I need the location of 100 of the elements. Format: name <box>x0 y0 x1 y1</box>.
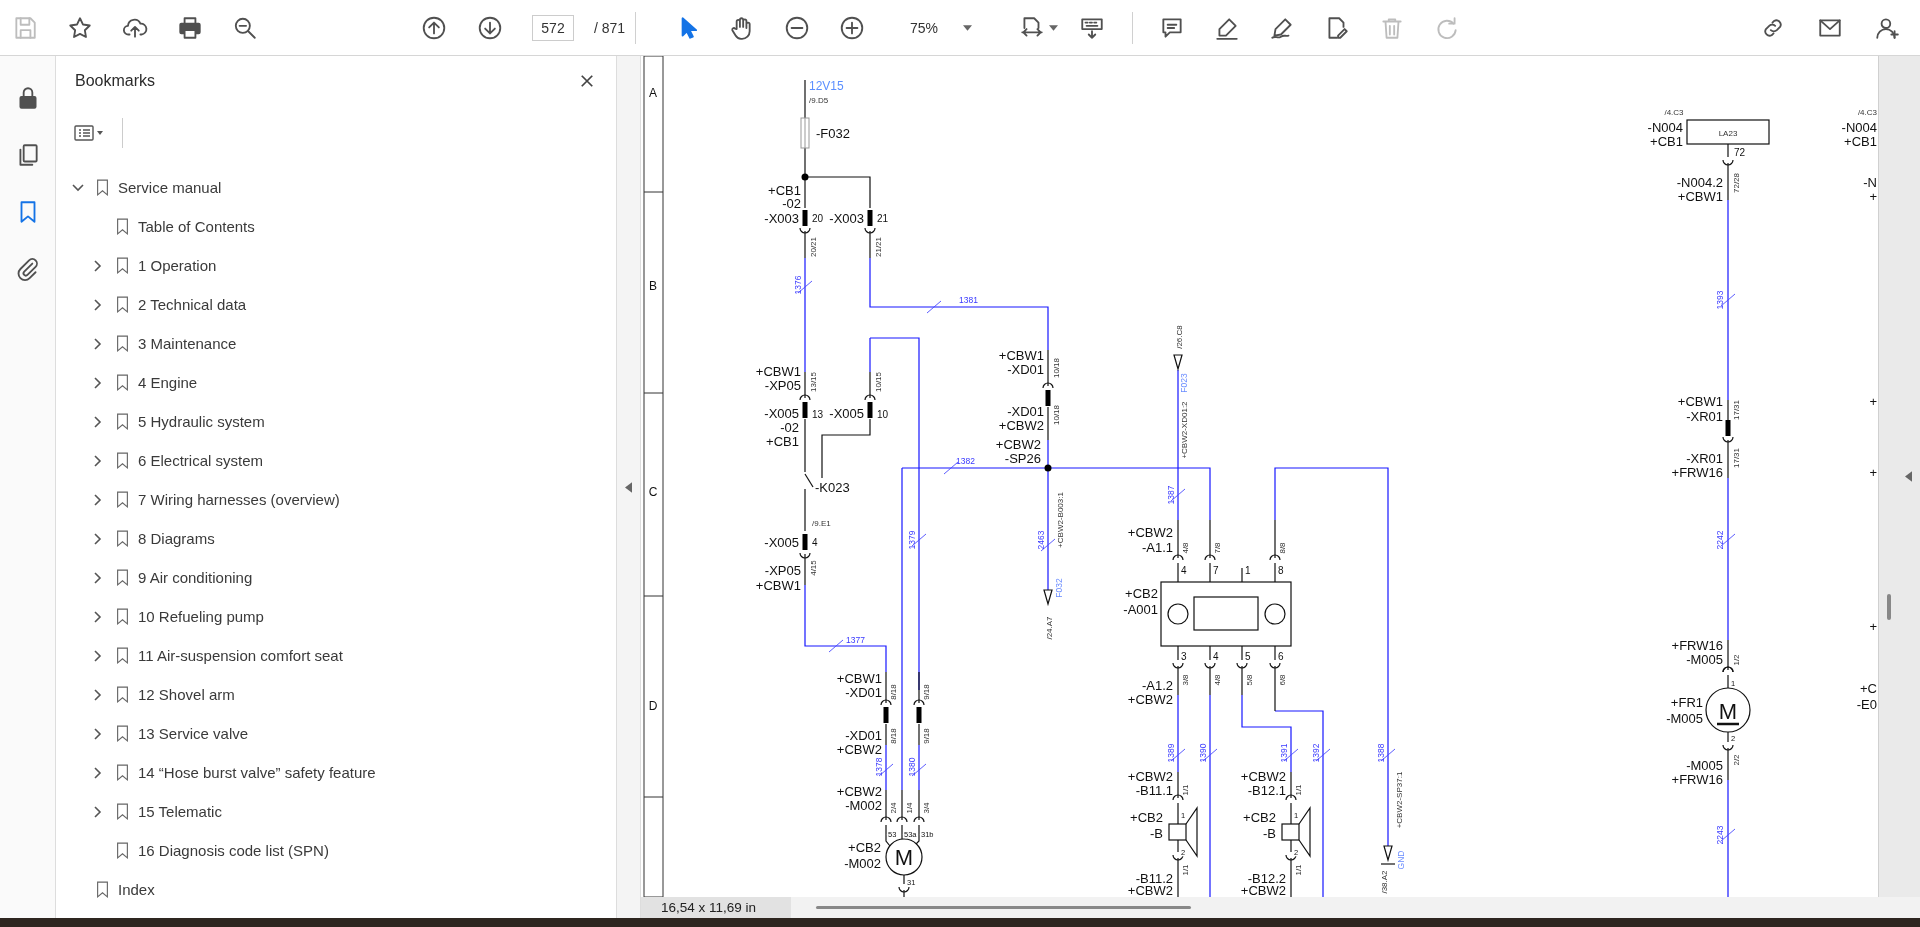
pin-number: 20 <box>812 213 824 224</box>
connector-socket <box>1722 744 1734 751</box>
wire-core-label: 10/15 <box>874 372 883 392</box>
component-label: -X003 <box>829 211 864 226</box>
bookmark-item[interactable]: Table of Contents <box>138 218 255 235</box>
component-label: -F032 <box>816 126 850 141</box>
wire-core-label: 9/18 <box>922 684 931 700</box>
component-label: -XD01 <box>845 728 882 743</box>
component-label: +CB1 <box>1650 134 1683 149</box>
bookmark-item[interactable]: 10 Refueling pump <box>138 608 264 625</box>
bookmark-item[interactable]: 4 Engine <box>138 374 198 391</box>
connector-socket <box>799 394 811 401</box>
bookmark-item[interactable]: 16 Diagnosis code list (SPN) <box>138 842 329 859</box>
component-label: +CBW2 <box>1240 769 1286 784</box>
bookmark-item[interactable]: 9 Air conditioning <box>138 569 253 586</box>
signal-label: F032 <box>1054 578 1064 598</box>
pin-number: 1 <box>1245 565 1251 576</box>
bookmark-item[interactable]: Service manual <box>118 179 222 196</box>
caret-icon[interactable] <box>1048 24 1058 31</box>
pin-number: 4 <box>1181 565 1187 576</box>
expand-arrow-icon[interactable] <box>1905 471 1912 482</box>
bookmark-item[interactable]: 14 “Hose burst valve” safety feature <box>138 764 376 781</box>
bookmark-item[interactable]: 8 Diagrams <box>138 530 215 547</box>
bookmark-item[interactable]: 6 Electrical system <box>138 452 264 469</box>
component-label: +CBW1 <box>755 364 801 379</box>
cross-reference: /4.C3 <box>1857 108 1877 117</box>
component-label: -XR01 <box>1686 451 1723 466</box>
wire-number: 2463 <box>1036 530 1046 550</box>
zoom-in-icon[interactable] <box>839 14 865 41</box>
page-number-field[interactable]: 572 <box>532 14 574 41</box>
bookmark-item[interactable]: 5 Hydraulic system <box>138 413 265 430</box>
arrow-down-circle-icon[interactable] <box>477 14 503 41</box>
cross-reference: /9.D5 <box>809 96 829 105</box>
junction-dot <box>801 173 809 181</box>
bookmark-item[interactable]: 12 Shovel arm <box>138 686 235 703</box>
cross-reference: +CBW2-B003:1 <box>1056 492 1065 548</box>
component-label: -X003 <box>764 211 799 226</box>
component-label: +CBW1 <box>998 348 1044 363</box>
printer-icon[interactable] <box>177 14 203 41</box>
component-label: +CBW2 <box>1240 883 1286 897</box>
bookmark-item[interactable]: 15 Telematic <box>138 803 222 820</box>
component-label: -K023 <box>815 480 850 495</box>
bookmark-item[interactable]: 1 Operation <box>138 257 217 274</box>
component-label: +FRW16 <box>1671 465 1723 480</box>
component-label: + <box>1869 189 1877 204</box>
connector-socket <box>896 816 908 823</box>
component-label: +C <box>1860 681 1877 696</box>
component-label: + <box>1869 619 1877 634</box>
component-label: +CBW2 <box>1127 769 1173 784</box>
component-label: +CB2 <box>1125 586 1158 601</box>
hand-icon[interactable] <box>728 14 754 41</box>
vertical-scrollbar-thumb[interactable] <box>1887 594 1891 620</box>
wire-number: 1378 <box>874 757 884 777</box>
connector-socket <box>1172 662 1184 669</box>
component-label: -N <box>1863 175 1877 190</box>
bookmark-icon <box>116 725 129 742</box>
connector-socket <box>1204 554 1216 561</box>
component-label: +FRW16 <box>1671 638 1723 653</box>
bookmark-item[interactable]: 2 Technical data <box>138 296 247 313</box>
list-options-icon[interactable] <box>74 125 104 141</box>
close-icon[interactable] <box>580 74 594 88</box>
fuse-symbol <box>800 117 810 149</box>
component-label: +CBW1 <box>755 578 801 593</box>
component-label: +CBW1 <box>1677 189 1723 204</box>
bookmark-icon <box>96 881 109 898</box>
bookmark-icon <box>116 335 129 352</box>
component-label: + <box>1869 465 1877 480</box>
component-label: -A1.2 <box>1141 678 1173 693</box>
wire-core-label: 1/1 <box>1181 864 1190 876</box>
component-label: -M005 <box>1686 652 1723 667</box>
zoom-dropdown[interactable]: 75% <box>900 12 980 43</box>
zoom-out-icon[interactable] <box>784 14 810 41</box>
bookmark-item[interactable]: 3 Maintenance <box>138 335 237 352</box>
bookmark-icon <box>116 686 129 703</box>
wire-number: 1391 <box>1279 743 1289 763</box>
collapse-arrow-icon[interactable] <box>625 481 632 493</box>
component-label: -XR01 <box>1686 409 1723 424</box>
wire-core-label: 4/15 <box>809 560 818 576</box>
bookmark-item[interactable]: 11 Air-suspension comfort seat <box>138 647 343 664</box>
arrow-up-circle-icon[interactable] <box>421 14 447 41</box>
wire-core-label: 1/2 <box>1732 654 1741 666</box>
component-label: -M005 <box>1686 758 1723 773</box>
connector-socket <box>1722 159 1734 166</box>
page-size-label: 16,54 x 11,69 in <box>641 897 791 918</box>
component-label: +CB1 <box>766 434 799 449</box>
bookmark-item[interactable]: 13 Service valve <box>138 725 249 742</box>
wire-core-label: 10/18 <box>1052 405 1061 425</box>
component-label: -A1.1 <box>1141 540 1173 555</box>
component-label: -B11.1 <box>1135 783 1173 798</box>
bookmark-item[interactable]: 7 Wiring harnesses (overview) <box>138 491 340 508</box>
wire-core-label: 17/31 <box>1732 448 1741 468</box>
bookmark-item[interactable]: Index <box>118 881 155 898</box>
horizontal-scrollbar-thumb[interactable] <box>816 906 1191 909</box>
connector-pin <box>916 707 922 723</box>
connector-socket <box>799 552 811 559</box>
wire-core-label: 5/8 <box>1245 674 1254 686</box>
wire <box>1727 143 1729 158</box>
wire-core-label: 20/21 <box>809 237 818 257</box>
signal-label: 12V15 <box>809 79 844 93</box>
star-icon[interactable] <box>67 14 93 41</box>
